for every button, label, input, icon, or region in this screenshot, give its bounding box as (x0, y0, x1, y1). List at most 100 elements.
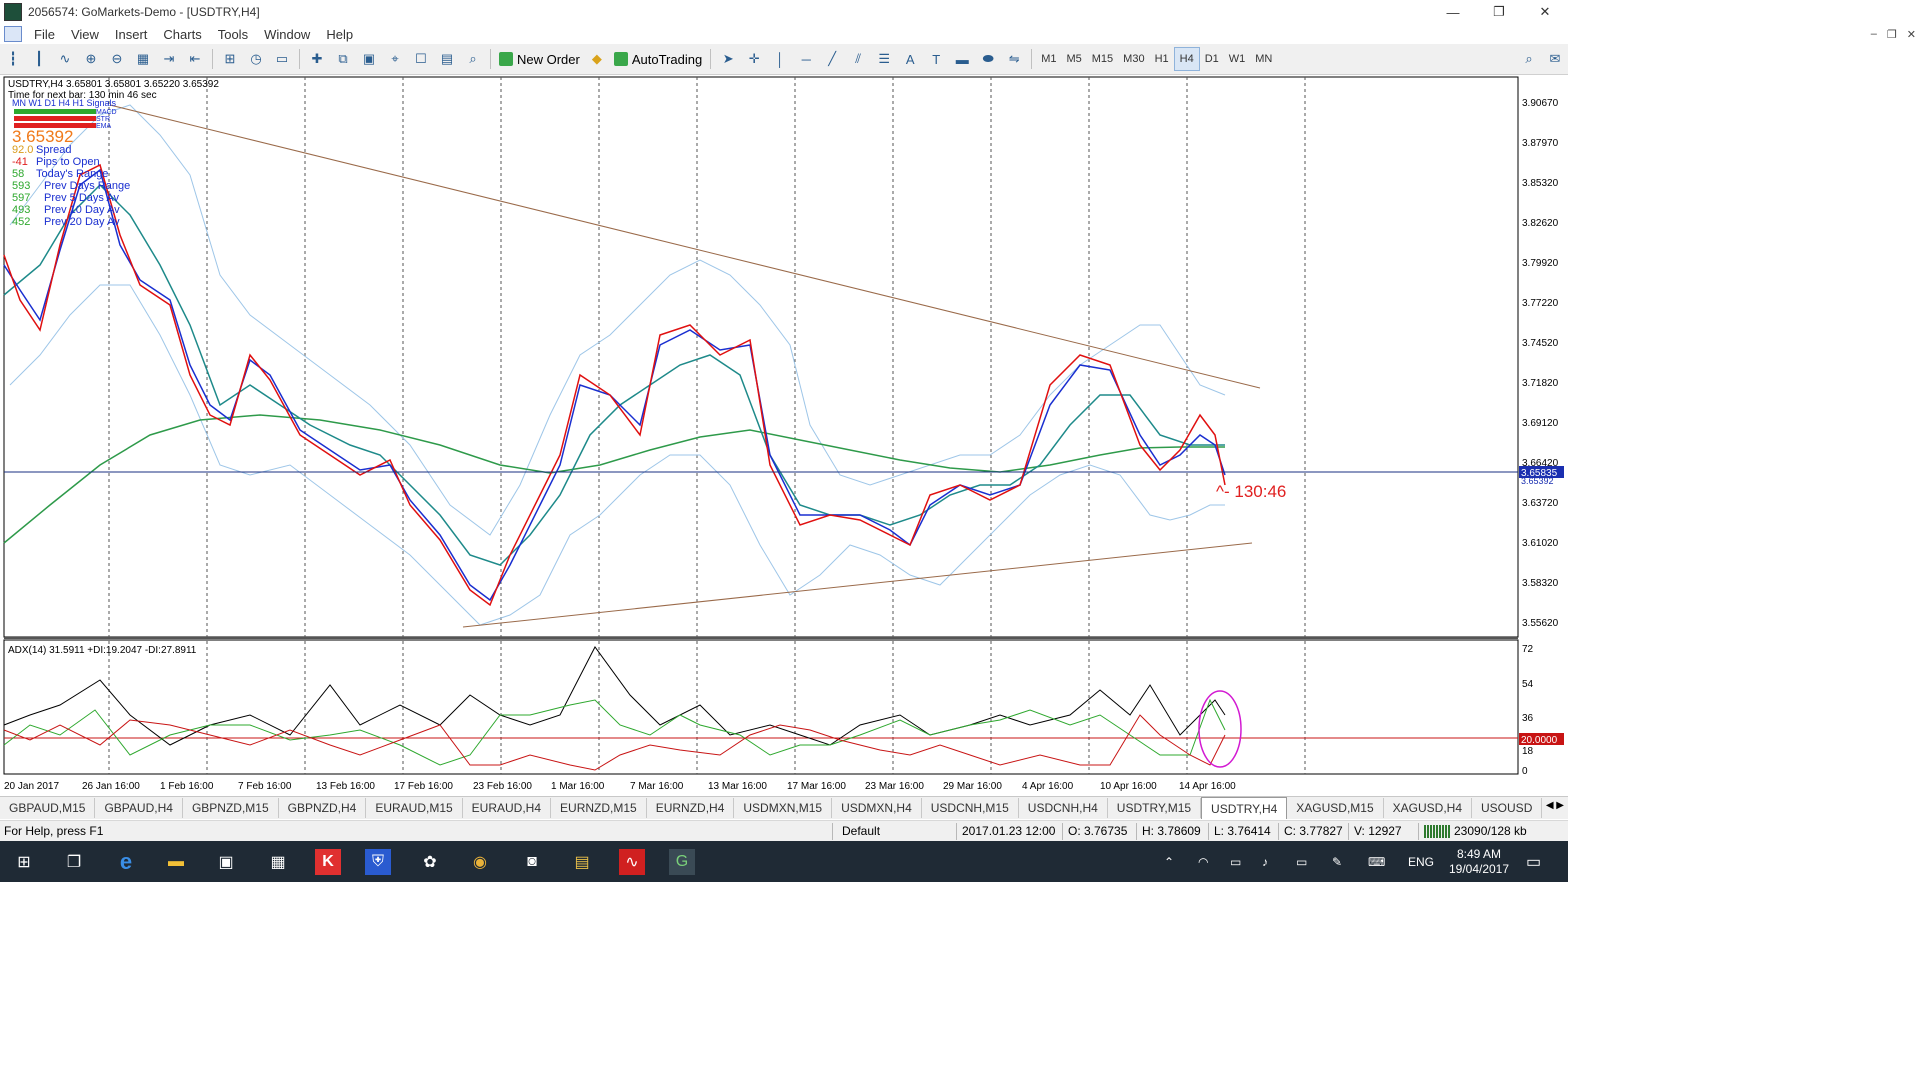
store-icon[interactable]: ▣ (213, 849, 239, 875)
fibonacci-icon[interactable]: ☰ (873, 48, 895, 70)
network-icon[interactable]: ◠ (1198, 841, 1208, 882)
clock[interactable]: 8:49 AM 19/04/2017 (1448, 841, 1510, 882)
calculator-icon[interactable]: ▦ (265, 849, 291, 875)
menu-file[interactable]: File (26, 27, 63, 42)
edge-browser-icon[interactable]: e (113, 849, 139, 875)
tab-euraud-h4[interactable]: EURAUD,H4 (463, 798, 552, 818)
camera-app-icon[interactable]: ◙ (519, 849, 545, 875)
auto-scroll-icon[interactable]: ⇥ (158, 48, 180, 70)
chrome-icon[interactable]: ◉ (467, 849, 493, 875)
tab-gbpaud-h4[interactable]: GBPAUD,H4 (95, 798, 183, 818)
search-icon[interactable]: ⌕ (1518, 48, 1540, 70)
gomarkets-mt4-icon[interactable]: G (669, 849, 695, 875)
data-window-icon[interactable]: ⌖ (384, 48, 406, 70)
market-watch-icon[interactable]: ▣ (358, 48, 380, 70)
keyboard-icon[interactable]: ▭ (1230, 841, 1241, 882)
close-button[interactable]: ✕ (1522, 0, 1568, 24)
vertical-line-icon[interactable]: │ (769, 48, 791, 70)
metaeditor-icon[interactable]: ◆ (586, 48, 608, 70)
crosshair-icon[interactable]: ✛ (743, 48, 765, 70)
tab-eurnzd-m15[interactable]: EURNZD,M15 (551, 798, 647, 818)
menu-view[interactable]: View (63, 27, 107, 42)
new-order-button[interactable]: New Order (495, 48, 584, 70)
horizontal-line-icon[interactable]: ─ (795, 48, 817, 70)
bar-chart-icon[interactable]: ┇ (2, 48, 24, 70)
tf-h4[interactable]: H4 (1173, 47, 1200, 71)
tab-euraud-m15[interactable]: EURAUD,M15 (366, 798, 463, 818)
tab-gbpnzd-h4[interactable]: GBPNZD,H4 (279, 798, 367, 818)
pen-icon[interactable]: ✎ (1332, 841, 1342, 882)
tab-usdmxn-m15[interactable]: USDMXN,M15 (734, 798, 833, 818)
menu-charts[interactable]: Charts (155, 27, 209, 42)
tab-usdcnh-m15[interactable]: USDCNH,M15 (922, 798, 1019, 818)
tf-m5[interactable]: M5 (1061, 48, 1086, 70)
folder-app-icon[interactable]: ▤ (569, 849, 595, 875)
tab-usdcnh-h4[interactable]: USDCNH,H4 (1019, 798, 1108, 818)
price-chart-svg[interactable]: 3.90670 3.87970 3.85320 3.82620 3.79920 … (0, 75, 1568, 795)
tab-gbpaud-m15[interactable]: GBPAUD,M15 (0, 798, 96, 818)
cursor-icon[interactable]: ➤ (717, 48, 739, 70)
task-view-icon[interactable]: ❐ (61, 849, 87, 875)
mdi-minimize-icon[interactable]: – (1871, 28, 1877, 40)
shield-app-icon[interactable]: ⛨ (365, 849, 391, 875)
chart-shift-icon[interactable]: ⇤ (184, 48, 206, 70)
periods-icon[interactable]: ◷ (245, 48, 267, 70)
tab-scroll-arrows-icon[interactable]: ◀ ▶ (1545, 800, 1564, 811)
ellipse-icon[interactable]: ⬬ (977, 48, 999, 70)
tab-xagusd-m15[interactable]: XAGUSD,M15 (1287, 798, 1384, 818)
mdi-restore-icon[interactable]: ❐ (1887, 28, 1897, 41)
mdi-close-icon[interactable]: ✕ (1907, 28, 1916, 41)
chart-window[interactable]: 3.90670 3.87970 3.85320 3.82620 3.79920 … (0, 75, 1568, 795)
navigator-icon[interactable]: ☐ (410, 48, 432, 70)
menu-insert[interactable]: Insert (107, 27, 156, 42)
paint-icon[interactable]: ✿ (417, 849, 443, 875)
profiles-icon[interactable]: ⧉ (332, 48, 354, 70)
tf-mn[interactable]: MN (1250, 48, 1277, 70)
trendline-icon[interactable]: ╱ (821, 48, 843, 70)
text-label-icon[interactable]: T (925, 48, 947, 70)
tf-m15[interactable]: M15 (1087, 48, 1118, 70)
tile-windows-icon[interactable]: ▦ (132, 48, 154, 70)
tab-usousd[interactable]: USOUSD (1472, 798, 1543, 818)
menu-window[interactable]: Window (256, 27, 318, 42)
line-chart-icon[interactable]: ∿ (54, 48, 76, 70)
text-icon[interactable]: A (899, 48, 921, 70)
templates-icon[interactable]: ▭ (271, 48, 293, 70)
tf-w1[interactable]: W1 (1224, 48, 1251, 70)
menu-tools[interactable]: Tools (210, 27, 256, 42)
tf-m1[interactable]: M1 (1036, 48, 1061, 70)
tab-usdmxn-h4[interactable]: USDMXN,H4 (832, 798, 922, 818)
notifications-icon[interactable]: ▭ (1526, 841, 1541, 882)
tab-usdtry-h4[interactable]: USDTRY,H4 (1201, 797, 1288, 819)
zoom-in-icon[interactable]: ⊕ (80, 48, 102, 70)
status-profile[interactable]: Default (842, 824, 880, 838)
indicators-icon[interactable]: ⊞ (219, 48, 241, 70)
arrows-icon[interactable]: ⇋ (1003, 48, 1025, 70)
volume-icon[interactable]: ♪ (1262, 841, 1268, 882)
menu-help[interactable]: Help (318, 27, 361, 42)
tf-d1[interactable]: D1 (1200, 48, 1224, 70)
battery-icon[interactable]: ▭ (1296, 841, 1307, 882)
tab-usdtry-m15[interactable]: USDTRY,M15 (1108, 798, 1202, 818)
tf-h1[interactable]: H1 (1150, 48, 1174, 70)
tab-eurnzd-h4[interactable]: EURNZD,H4 (647, 798, 735, 818)
tray-chevron-icon[interactable]: ⌃ (1164, 841, 1174, 882)
file-explorer-icon[interactable]: ▬ (163, 849, 189, 875)
minimize-button[interactable]: — (1430, 0, 1476, 24)
tab-xagusd-h4[interactable]: XAGUSD,H4 (1384, 798, 1473, 818)
new-chart-icon[interactable]: ✚ (306, 48, 328, 70)
chat-icon[interactable]: ✉ (1544, 48, 1566, 70)
candlestick-icon[interactable]: ┃ (28, 48, 50, 70)
zoom-out-icon[interactable]: ⊖ (106, 48, 128, 70)
trading-app-icon[interactable]: ∿ (619, 849, 645, 875)
k-app-icon[interactable]: K (315, 849, 341, 875)
tf-m30[interactable]: M30 (1118, 48, 1149, 70)
touch-keyboard-icon[interactable]: ⌨ (1368, 841, 1385, 882)
terminal-icon[interactable]: ▤ (436, 48, 458, 70)
restore-button[interactable]: ❐ (1476, 0, 1522, 24)
rectangle-icon[interactable]: ▬ (951, 48, 973, 70)
language-indicator[interactable]: ENG (1408, 841, 1434, 882)
channel-icon[interactable]: ⫽ (847, 48, 869, 70)
start-windows-icon[interactable]: ⊞ (11, 849, 37, 875)
autotrading-button[interactable]: AutoTrading (610, 48, 706, 70)
